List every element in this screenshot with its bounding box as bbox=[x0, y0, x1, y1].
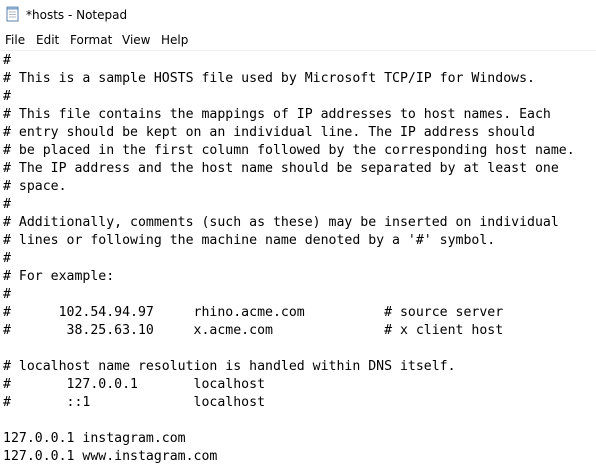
menu-help[interactable]: Help bbox=[161, 32, 188, 48]
menu-view[interactable]: View bbox=[122, 32, 150, 48]
editor-line: # 127.0.0.1 localhost bbox=[3, 377, 266, 392]
editor-line: # 102.54.94.97 rhino.acme.com # source s… bbox=[3, 305, 504, 320]
editor-line: # The IP address and the host name shoul… bbox=[3, 161, 559, 176]
editor-line: # bbox=[3, 53, 11, 68]
menu-format[interactable]: Format bbox=[70, 32, 112, 48]
menu-edit[interactable]: Edit bbox=[36, 32, 59, 48]
window-title: *hosts - Notepad bbox=[26, 8, 128, 22]
editor-line: # Additionally, comments (such as these)… bbox=[3, 215, 559, 230]
editor-line: # be placed in the first column followed… bbox=[3, 143, 575, 158]
notepad-icon bbox=[6, 6, 20, 22]
editor-line: # bbox=[3, 251, 11, 266]
editor-line: # bbox=[3, 197, 11, 212]
editor-line: # bbox=[3, 287, 11, 302]
editor-line: # localhost name resolution is handled w… bbox=[3, 359, 456, 374]
editor-line: # For example: bbox=[3, 269, 115, 284]
editor-line: # bbox=[3, 89, 11, 104]
editor-line: # 38.25.63.10 x.acme.com # x client host bbox=[3, 323, 504, 338]
text-editor[interactable]: # # This is a sample HOSTS file used by … bbox=[0, 51, 596, 464]
editor-line: 127.0.0.1 instagram.com bbox=[3, 431, 186, 446]
title-bar[interactable]: *hosts - Notepad bbox=[0, 0, 596, 30]
editor-line: # ::1 localhost bbox=[3, 395, 266, 410]
editor-line: # space. bbox=[3, 179, 67, 194]
editor-line: 127.0.0.1 www.instagram.com bbox=[3, 449, 218, 464]
editor-line: # lines or following the machine name de… bbox=[3, 233, 496, 248]
editor-line: # entry should be kept on an individual … bbox=[3, 125, 535, 140]
menu-file[interactable]: File bbox=[5, 32, 25, 48]
editor-line: # This file contains the mappings of IP … bbox=[3, 107, 551, 122]
editor-line: # This is a sample HOSTS file used by Mi… bbox=[3, 71, 535, 86]
editor-text: # # This is a sample HOSTS file used by … bbox=[3, 52, 575, 464]
menu-bar: File Edit Format View Help bbox=[0, 30, 596, 51]
